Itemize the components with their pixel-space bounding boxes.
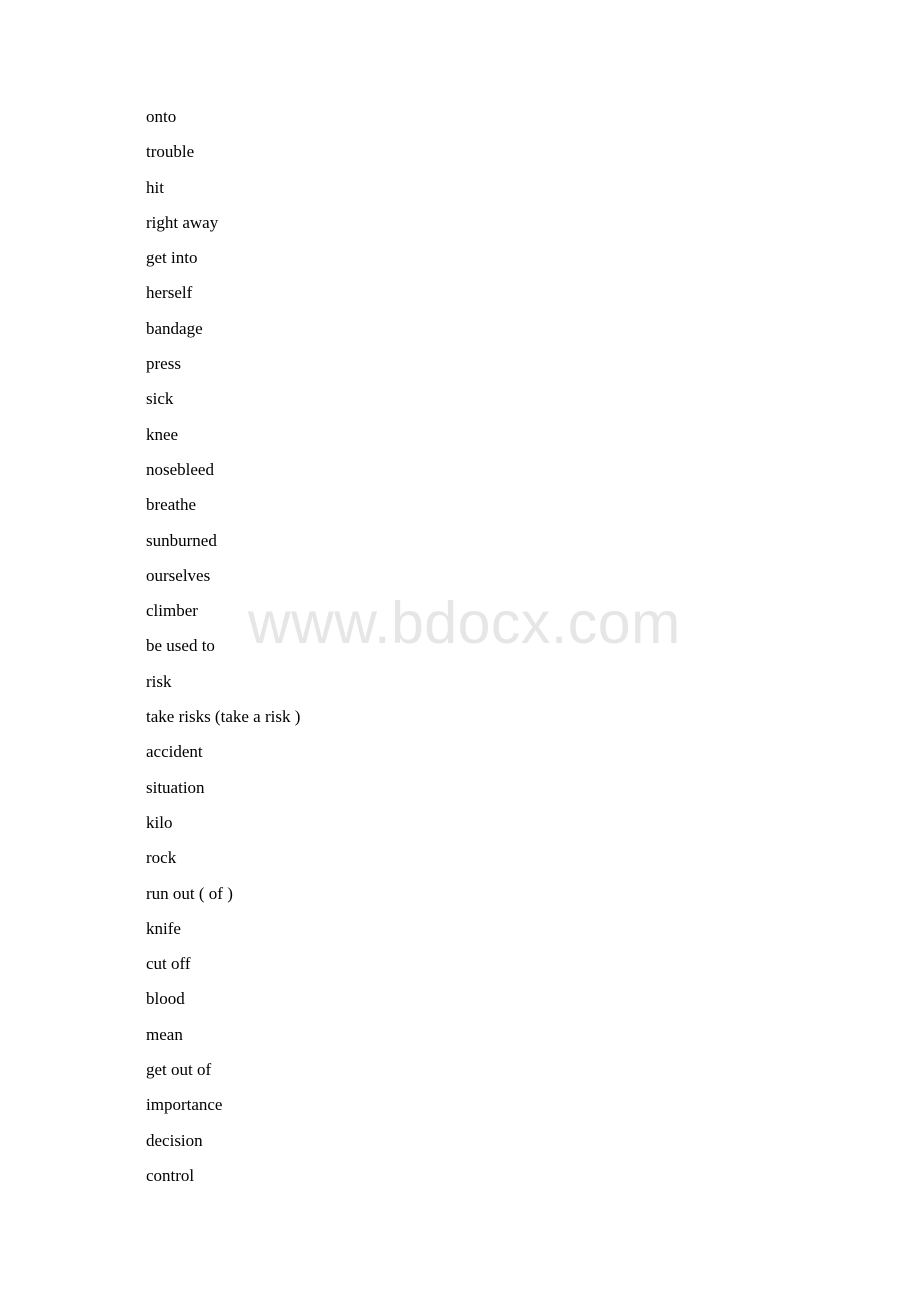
word-list-item: be used to bbox=[146, 636, 215, 656]
word-list-item: bandage bbox=[146, 318, 203, 338]
word-list-item: risk bbox=[146, 671, 172, 691]
word-list-item: cut off bbox=[146, 954, 191, 974]
word-list-item: rock bbox=[146, 848, 177, 868]
word-list-item: right away bbox=[146, 212, 219, 232]
word-list-item: knife bbox=[146, 918, 181, 938]
word-list-item: climber bbox=[146, 601, 198, 621]
word-list-item: get into bbox=[146, 248, 198, 268]
word-list-item: get out of bbox=[146, 1060, 212, 1080]
word-list-item: kilo bbox=[146, 812, 173, 832]
word-list-item: decision bbox=[146, 1130, 203, 1150]
word-list-item: herself bbox=[146, 283, 193, 303]
word-list-item: blood bbox=[146, 989, 185, 1009]
word-list-item: take risks (take a risk ) bbox=[146, 707, 301, 727]
vocabulary-word-list: onto trouble hit right away get into herself b… bbox=[146, 104, 846, 1198]
word-list-item: mean bbox=[146, 1024, 183, 1044]
word-list-item: press bbox=[146, 354, 181, 374]
word-list-item: importance bbox=[146, 1095, 223, 1115]
word-list-item: breathe bbox=[146, 495, 197, 515]
word-list-item: trouble bbox=[146, 142, 195, 162]
word-list-item: sick bbox=[146, 389, 174, 409]
word-list-item: onto bbox=[146, 107, 177, 126]
word-list-item: control bbox=[146, 1165, 195, 1185]
word-list-item: sunburned bbox=[146, 530, 217, 550]
word-list-item: nosebleed bbox=[146, 459, 214, 479]
word-list-item: ourselves bbox=[146, 565, 211, 585]
document-page: www.bdocx.com onto trouble hit right away ge… bbox=[0, 0, 920, 1302]
word-list-item: situation bbox=[146, 777, 205, 797]
word-list-item: knee bbox=[146, 424, 179, 444]
word-list-item: run out ( of ) bbox=[146, 883, 233, 903]
word-list-item: accident bbox=[146, 742, 203, 762]
word-list-item: hit bbox=[146, 177, 164, 197]
